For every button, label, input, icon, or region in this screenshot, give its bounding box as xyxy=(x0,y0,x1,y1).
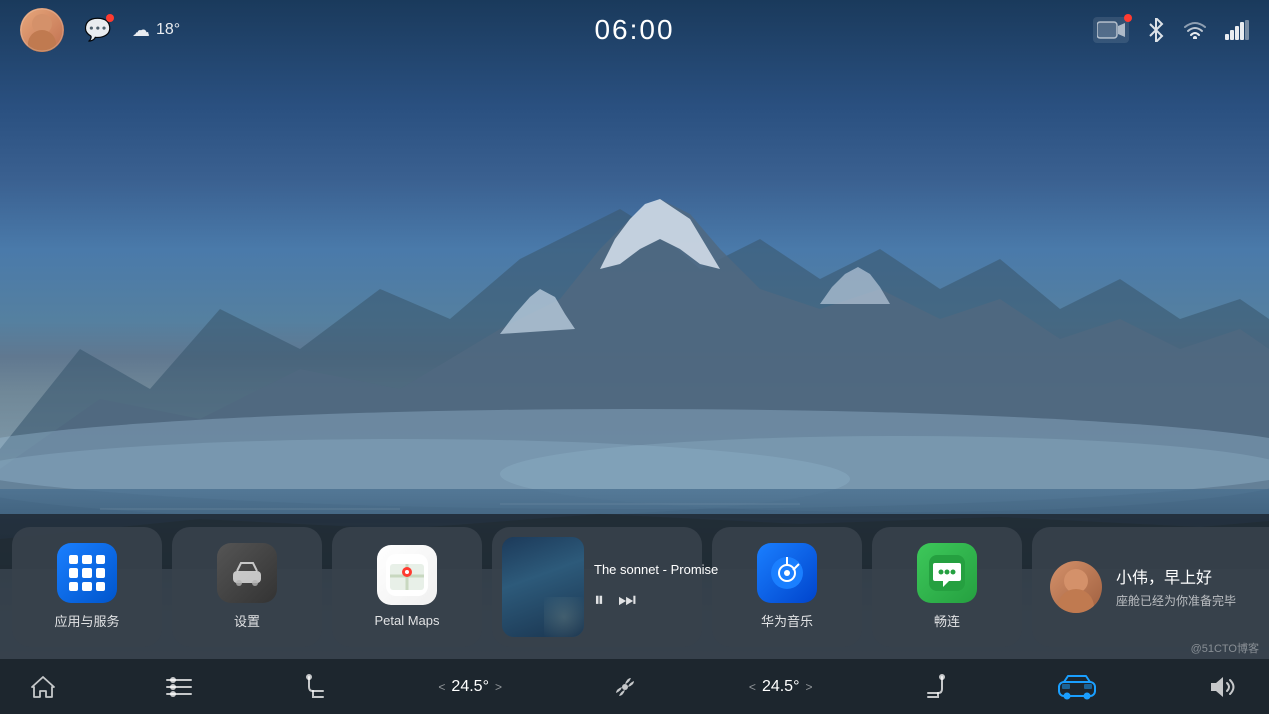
changlian-label: 畅连 xyxy=(934,611,960,630)
fan-button[interactable] xyxy=(611,673,639,701)
status-center: 06:00 xyxy=(430,14,840,46)
dock-item-maps[interactable]: Petal Maps xyxy=(332,527,482,647)
notification-dot xyxy=(106,14,114,22)
greeting-title: 小伟，早上好 xyxy=(1116,564,1236,588)
seat-button[interactable] xyxy=(303,673,329,701)
left-temp-down[interactable]: < xyxy=(438,680,445,694)
greeting-avatar xyxy=(1050,561,1102,613)
car-status-button[interactable] xyxy=(1057,674,1097,700)
app-dock: 应用与服务 设置 xyxy=(0,514,1269,659)
settings-icon xyxy=(217,543,277,603)
weather-widget: ☁ 18° xyxy=(132,20,180,41)
dock-item-huawei-music[interactable]: 华为音乐 xyxy=(712,527,862,647)
status-left: 💬 ☁ 18° xyxy=(20,8,430,52)
greeting-text: 小伟，早上好 座舱已经为你准备完毕 xyxy=(1116,564,1236,609)
left-temp-control[interactable]: < 24.5° > xyxy=(438,678,502,696)
control-bar: < 24.5° > < 24.5° > xyxy=(0,659,1269,714)
settings-label: 设置 xyxy=(234,611,260,630)
avatar[interactable] xyxy=(20,8,64,52)
grid-menu-button[interactable] xyxy=(165,674,193,700)
maps-label: Petal Maps xyxy=(374,613,439,628)
left-temp-value: 24.5° xyxy=(451,678,489,696)
right-temp-up[interactable]: > xyxy=(805,680,812,694)
left-temp-up[interactable]: > xyxy=(495,680,502,694)
weather-icon: ☁ xyxy=(132,20,150,41)
music-title: The sonnet - Promise xyxy=(594,562,718,577)
watermark: @51CTO博客 xyxy=(1191,640,1259,656)
right-temp-value: 24.5° xyxy=(762,678,800,696)
huawei-music-icon xyxy=(757,543,817,603)
music-controls: ⏸ ⏭ xyxy=(594,589,718,612)
maps-icon xyxy=(377,545,437,605)
signal-icon xyxy=(1225,20,1249,40)
record-icon[interactable] xyxy=(1093,17,1129,43)
music-thumbnail xyxy=(502,537,584,637)
apps-icon xyxy=(57,543,117,603)
record-dot xyxy=(1124,14,1132,22)
huawei-music-label: 华为音乐 xyxy=(761,611,813,630)
volume-button[interactable] xyxy=(1207,675,1239,699)
music-pause-button[interactable]: ⏸ xyxy=(594,589,604,612)
mountain-illustration xyxy=(0,149,1269,569)
home-button[interactable] xyxy=(30,674,56,700)
dock-item-music-player[interactable]: The sonnet - Promise ⏸ ⏭ xyxy=(492,527,702,647)
changlian-icon xyxy=(917,543,977,603)
music-info: The sonnet - Promise ⏸ ⏭ xyxy=(594,562,718,612)
status-right xyxy=(839,17,1249,43)
right-temp-control[interactable]: < 24.5° > xyxy=(749,678,813,696)
dock-item-apps[interactable]: 应用与服务 xyxy=(12,527,162,647)
dock-item-changlian[interactable]: 畅连 xyxy=(872,527,1022,647)
temperature: 18° xyxy=(156,21,180,39)
bluetooth-icon[interactable] xyxy=(1147,18,1165,42)
message-icon[interactable]: 💬 xyxy=(80,12,116,48)
status-bar: 💬 ☁ 18° 06:00 xyxy=(0,0,1269,60)
dock-item-greeting[interactable]: 小伟，早上好 座舱已经为你准备完毕 xyxy=(1032,527,1269,647)
recline-button[interactable] xyxy=(922,673,948,701)
clock: 06:00 xyxy=(594,14,674,46)
dock-item-settings[interactable]: 设置 xyxy=(172,527,322,647)
right-temp-down[interactable]: < xyxy=(749,680,756,694)
apps-label: 应用与服务 xyxy=(54,611,119,630)
wifi-icon[interactable] xyxy=(1183,21,1207,39)
greeting-subtitle: 座舱已经为你准备完毕 xyxy=(1116,592,1236,609)
music-next-button[interactable]: ⏭ xyxy=(618,589,636,612)
